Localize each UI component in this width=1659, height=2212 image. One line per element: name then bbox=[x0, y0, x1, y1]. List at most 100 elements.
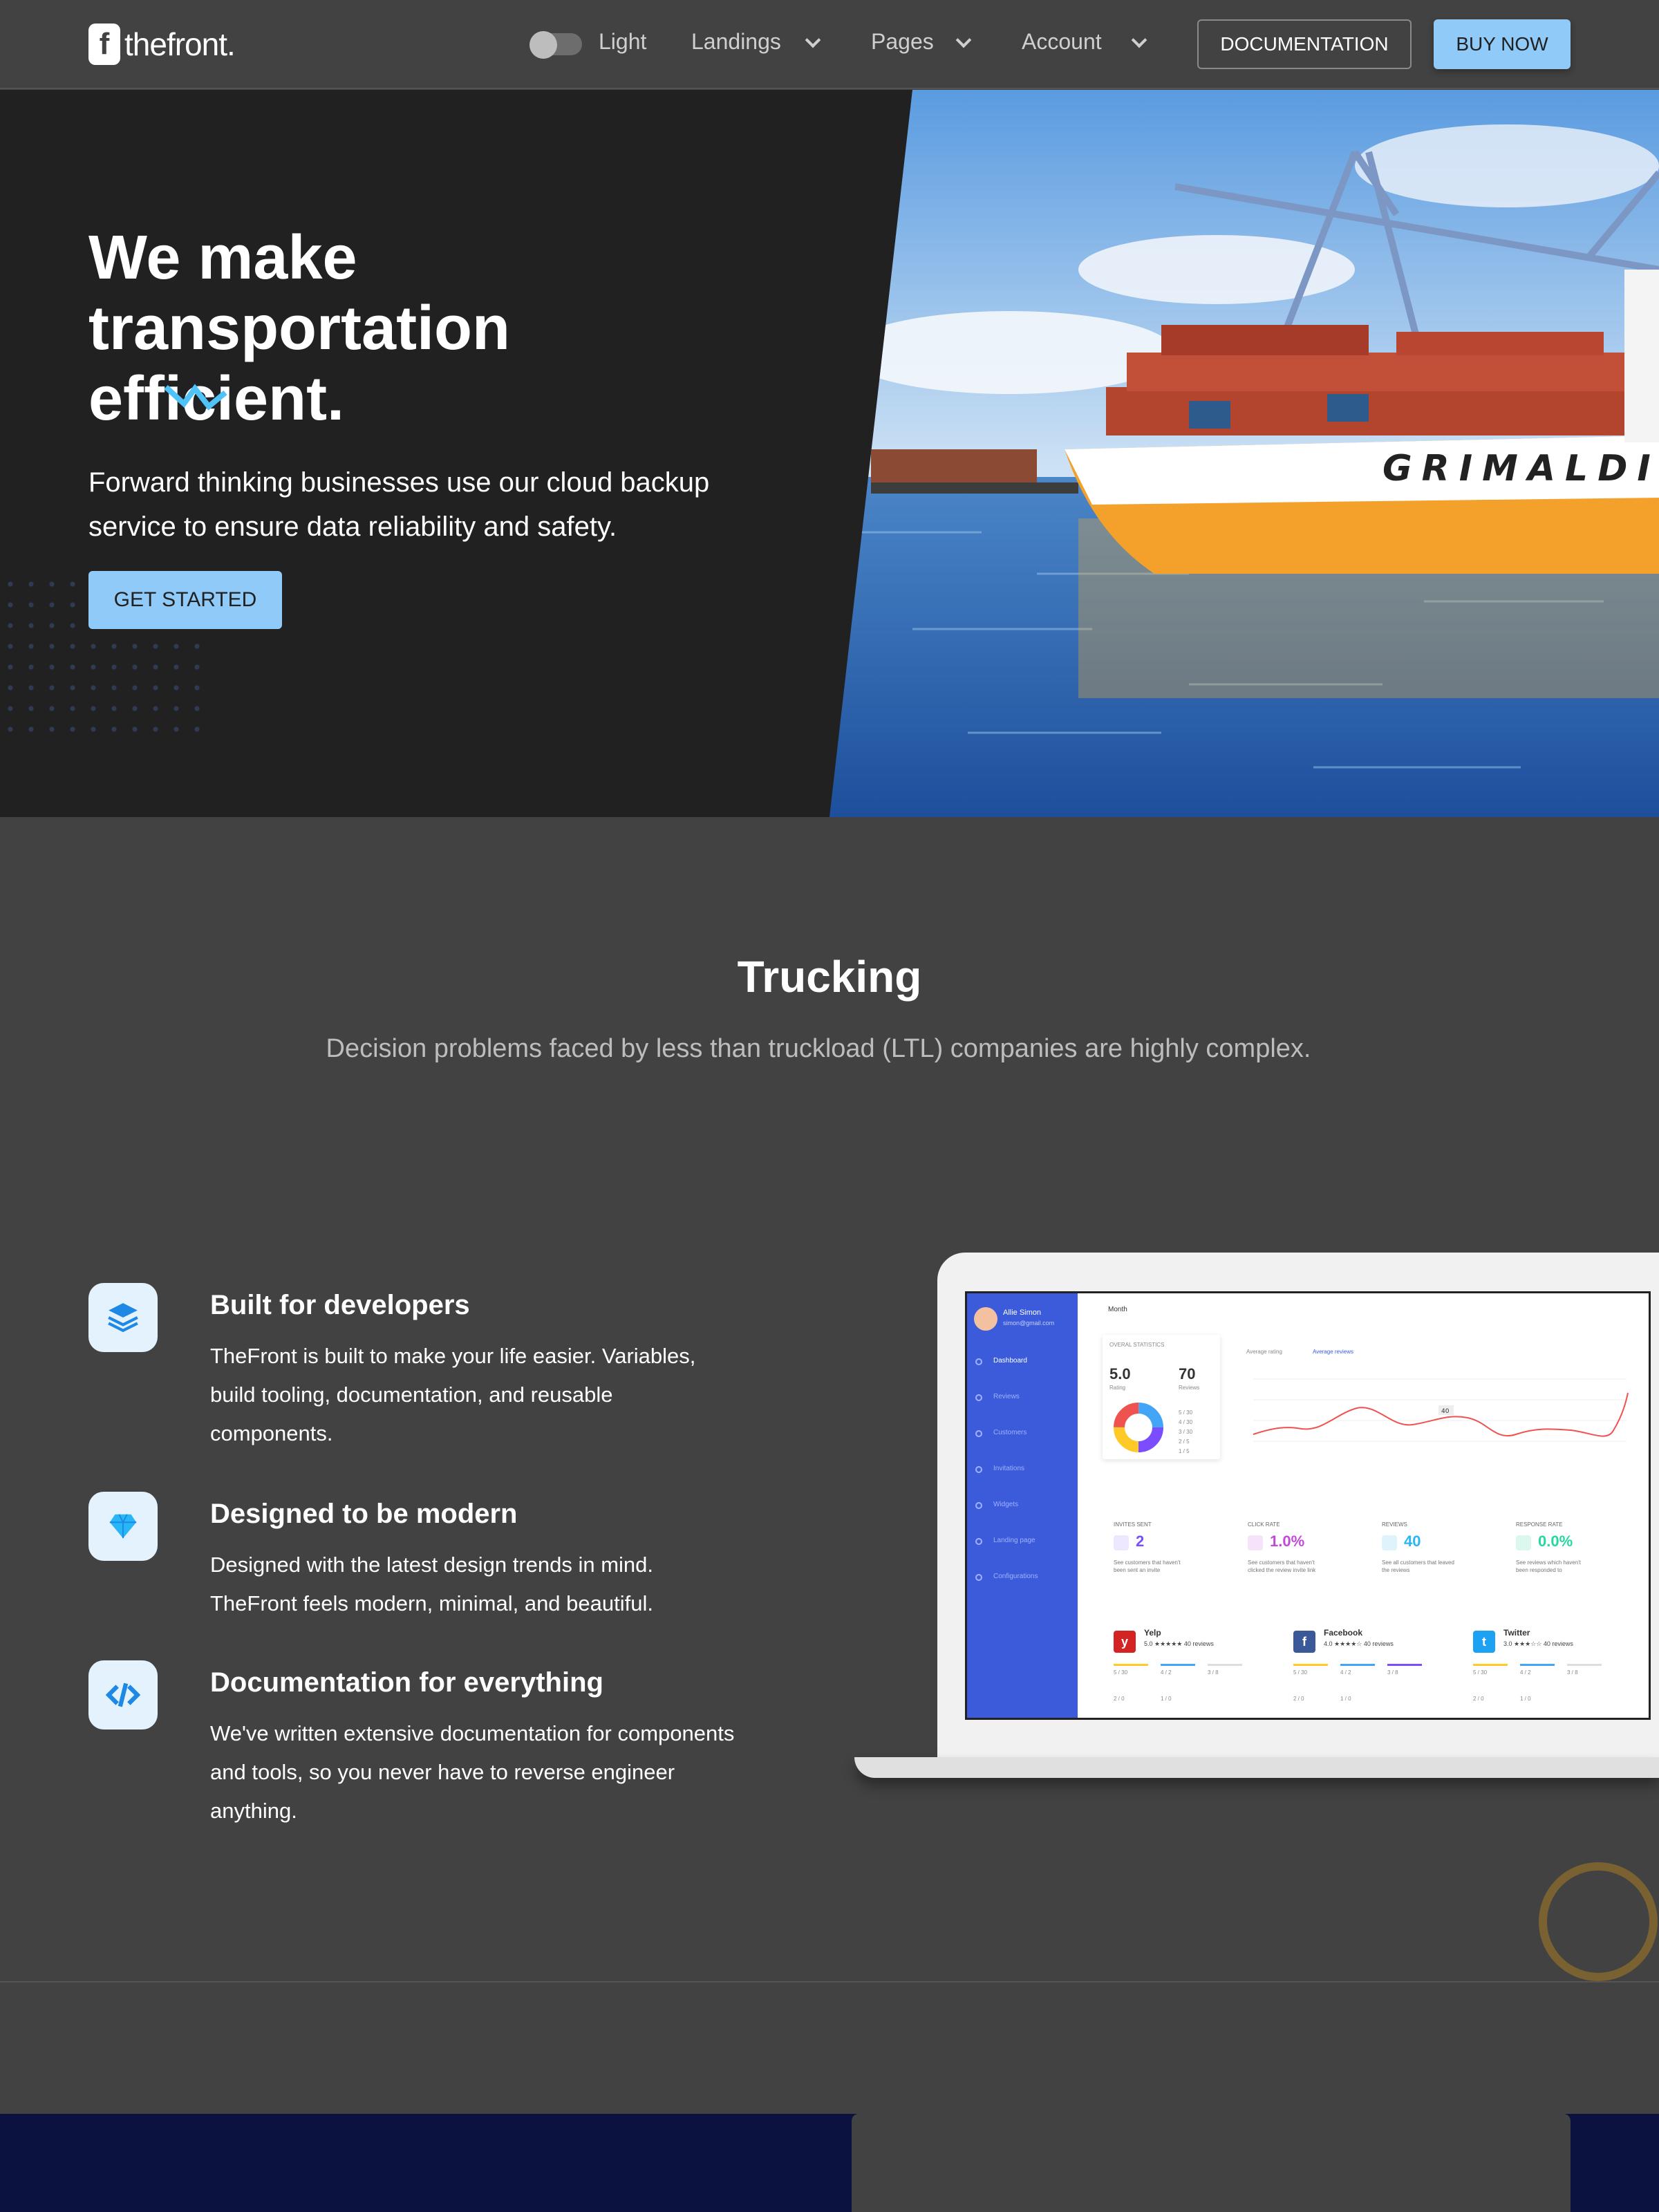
progress-bar bbox=[1208, 1664, 1242, 1666]
progress-bar bbox=[1293, 1664, 1328, 1666]
section-subtitle: Decision problems faced by less than tru… bbox=[326, 1034, 1311, 1063]
feature-item: Built for developers TheFront is built t… bbox=[88, 1283, 724, 1463]
sidebar-item-widgets[interactable]: Widgets bbox=[993, 1501, 1018, 1508]
widgets-icon bbox=[975, 1502, 982, 1509]
laptop-base bbox=[854, 1757, 1659, 1778]
kpi-label: INVITES SENT bbox=[1114, 1521, 1152, 1528]
sidebar-item-reviews[interactable]: Reviews bbox=[993, 1393, 1020, 1400]
social-count: 2 / 0 bbox=[1473, 1696, 1484, 1702]
statistics-card: OVERAL STATISTICS 5.0 Rating 70 Reviews … bbox=[1103, 1335, 1220, 1459]
rating-breakdown: 3 / 30 bbox=[1179, 1429, 1193, 1435]
kpi-value: 2 bbox=[1136, 1533, 1145, 1550]
hero-subtitle: Forward thinking businesses use our clou… bbox=[88, 467, 710, 542]
sidebar-item-customers[interactable]: Customers bbox=[993, 1429, 1027, 1436]
nav-account[interactable]: Account bbox=[1022, 29, 1102, 55]
kpi-note[interactable]: See customers that haven't clicked the r… bbox=[1248, 1559, 1324, 1574]
feature-title: Designed to be modern bbox=[210, 1499, 518, 1529]
rating-breakdown: 1 / 5 bbox=[1179, 1448, 1190, 1454]
dashboard-screen: Allie Simon simon@gmail.com Dashboard Re… bbox=[965, 1291, 1651, 1720]
kpi-label: RESPONSE RATE bbox=[1516, 1521, 1563, 1528]
dashboard-icon bbox=[975, 1358, 982, 1365]
feature-title: Documentation for everything bbox=[210, 1667, 603, 1698]
social-count: 5 / 30 bbox=[1293, 1669, 1308, 1676]
get-started-button[interactable]: GET STARTED bbox=[88, 571, 282, 629]
social-count: 1 / 0 bbox=[1520, 1696, 1531, 1702]
tab-average-reviews[interactable]: Average reviews bbox=[1313, 1349, 1353, 1355]
social-count: 3 / 8 bbox=[1208, 1669, 1219, 1676]
social-count: 3 / 8 bbox=[1567, 1669, 1578, 1676]
feature-text: TheFront is built to make your life easi… bbox=[210, 1344, 696, 1445]
kpi-note[interactable]: See all customers that leaved the review… bbox=[1382, 1559, 1458, 1574]
rating-value: 5.0 bbox=[1109, 1365, 1131, 1382]
progress-bar bbox=[1520, 1664, 1555, 1666]
social-name: Twitter bbox=[1503, 1628, 1530, 1638]
facebook-icon: f bbox=[1293, 1631, 1315, 1653]
reviews-kpi-icon bbox=[1382, 1535, 1397, 1550]
rating-label: Rating bbox=[1109, 1385, 1126, 1391]
cargo-ship-image: GRIMALDI bbox=[830, 90, 1659, 817]
nav-landings[interactable]: Landings bbox=[691, 29, 781, 55]
sidebar-item-landing-page[interactable]: Landing page bbox=[993, 1537, 1035, 1544]
sidebar-item-dashboard[interactable]: Dashboard bbox=[993, 1357, 1027, 1365]
tab-average-rating[interactable]: Average rating bbox=[1246, 1349, 1282, 1355]
kpi-label: CLICK RATE bbox=[1248, 1521, 1280, 1528]
reviews-label: Reviews bbox=[1179, 1385, 1200, 1391]
laptop-mockup: Allie Simon simon@gmail.com Dashboard Re… bbox=[937, 1253, 1659, 1772]
toggle-knob bbox=[529, 31, 557, 59]
kpi-value: 1.0% bbox=[1270, 1533, 1305, 1550]
social-name: Facebook bbox=[1324, 1628, 1363, 1638]
progress-bar bbox=[1567, 1664, 1602, 1666]
rating-breakdown: 5 / 30 bbox=[1179, 1409, 1193, 1416]
social-count: 2 / 0 bbox=[1114, 1696, 1125, 1702]
logo[interactable]: f thefront. bbox=[88, 24, 236, 65]
feature-text: Designed with the latest design trends i… bbox=[210, 1553, 654, 1615]
landing-page-icon bbox=[975, 1538, 982, 1545]
line-chart: 40 bbox=[1253, 1378, 1629, 1442]
squiggle-decoration bbox=[164, 384, 227, 411]
sidebar-item-invitations[interactable]: Invitations bbox=[993, 1465, 1024, 1472]
social-rating: 3.0 ★★★☆☆ 40 reviews bbox=[1503, 1640, 1573, 1647]
sidebar-item-configurations[interactable]: Configurations bbox=[993, 1573, 1038, 1580]
customers-icon bbox=[975, 1430, 982, 1437]
kpi-value: 0.0% bbox=[1538, 1533, 1573, 1550]
hero-section: GRIMALDI We make transportation efficien… bbox=[0, 90, 1659, 817]
social-rating: 4.0 ★★★★☆ 40 reviews bbox=[1324, 1640, 1394, 1647]
chevron-down-icon[interactable] bbox=[955, 32, 972, 48]
chevron-down-icon[interactable] bbox=[1131, 32, 1147, 48]
invitations-icon bbox=[975, 1466, 982, 1473]
feature-title: Built for developers bbox=[210, 1290, 470, 1320]
logo-text: thefront. bbox=[124, 26, 236, 62]
response-rate-icon bbox=[1516, 1535, 1531, 1550]
progress-bar bbox=[1161, 1664, 1195, 1666]
next-section-card bbox=[852, 2114, 1571, 2212]
period-select[interactable]: Month bbox=[1108, 1306, 1127, 1313]
social-count: 2 / 0 bbox=[1293, 1696, 1304, 1702]
social-count: 3 / 8 bbox=[1387, 1669, 1398, 1676]
rating-breakdown: 4 / 30 bbox=[1179, 1419, 1193, 1425]
progress-bar bbox=[1340, 1664, 1375, 1666]
kpi-label: REVIEWS bbox=[1382, 1521, 1407, 1528]
click-rate-icon bbox=[1248, 1535, 1263, 1550]
chart-point-label: 40 bbox=[1441, 1408, 1450, 1415]
social-count: 1 / 0 bbox=[1340, 1696, 1351, 1702]
reviews-icon bbox=[975, 1394, 982, 1401]
social-name: Yelp bbox=[1144, 1628, 1161, 1638]
diamond-icon bbox=[88, 1492, 158, 1561]
section-divider bbox=[0, 1981, 1659, 1983]
kpi-note[interactable]: See customers that haven't been sent an … bbox=[1114, 1559, 1190, 1574]
donut-chart bbox=[1114, 1403, 1163, 1452]
documentation-button[interactable]: DOCUMENTATION bbox=[1197, 19, 1412, 69]
layers-icon bbox=[88, 1283, 158, 1352]
nav-pages[interactable]: Pages bbox=[871, 29, 934, 55]
ship-name: GRIMALDI bbox=[1382, 448, 1659, 489]
feature-item: Documentation for everything We've writt… bbox=[88, 1660, 734, 1840]
avatar bbox=[974, 1307, 997, 1331]
stats-title: OVERAL STATISTICS bbox=[1109, 1342, 1165, 1348]
theme-toggle[interactable] bbox=[529, 31, 582, 59]
kpi-value: 40 bbox=[1404, 1533, 1421, 1550]
social-count: 1 / 0 bbox=[1161, 1696, 1172, 1702]
user-name: Allie Simon bbox=[1003, 1309, 1042, 1317]
kpi-note[interactable]: See reviews which haven't been responded… bbox=[1516, 1559, 1592, 1574]
chevron-down-icon[interactable] bbox=[805, 32, 821, 48]
buy-now-button[interactable]: BUY NOW bbox=[1434, 19, 1571, 69]
